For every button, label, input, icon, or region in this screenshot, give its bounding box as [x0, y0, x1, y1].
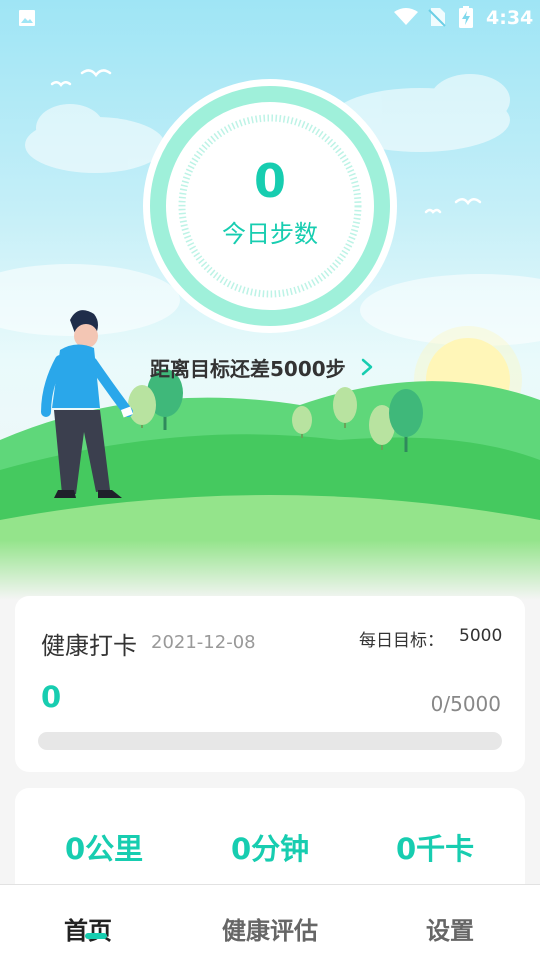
calories-stat: 0千卡 [396, 832, 475, 866]
checkin-title: 健康打卡 [41, 632, 137, 660]
nav-settings[interactable]: 设置 [426, 911, 474, 946]
step-count: 0 [253, 154, 286, 208]
chevron-right-icon [361, 358, 372, 376]
duration-stat: 0分钟 [231, 832, 310, 866]
status-bar: 4:34 [0, 0, 540, 36]
daily-goal-label: 每日目标： [359, 631, 444, 651]
wifi-icon [394, 8, 418, 25]
checkin-date: 2021-12-08 [151, 632, 256, 653]
battery-charging-icon [459, 6, 473, 28]
progress-bar [38, 732, 502, 750]
nav-home[interactable]: 首页 [64, 911, 112, 946]
goal-remaining-text: 距离目标还差5000步 [150, 356, 346, 381]
hero-section: 4:34 0 今日步数 距离目标还差5000步 [0, 0, 540, 600]
health-checkin-card[interactable]: 健康打卡 2021-12-08 每日目标： 5000 0 0/5000 [15, 596, 525, 772]
daily-goal-value: 5000 [459, 626, 503, 646]
step-label: 今日步数 [222, 220, 318, 248]
gallery-icon [19, 10, 35, 26]
checkin-step-count: 0 [41, 680, 62, 714]
distance-stat: 0公里 [65, 832, 144, 866]
bottom-nav: 首页 健康评估 设置 [0, 884, 540, 961]
progress-text: 0/5000 [430, 692, 501, 716]
nav-health-assessment[interactable]: 健康评估 [222, 911, 318, 946]
nav-active-indicator [85, 933, 107, 939]
goal-remaining-link[interactable]: 距离目标还差5000步 [150, 352, 374, 382]
step-ring[interactable]: 0 今日步数 [142, 78, 398, 334]
no-sim-icon [428, 8, 446, 27]
status-time: 4:34 [486, 7, 534, 29]
